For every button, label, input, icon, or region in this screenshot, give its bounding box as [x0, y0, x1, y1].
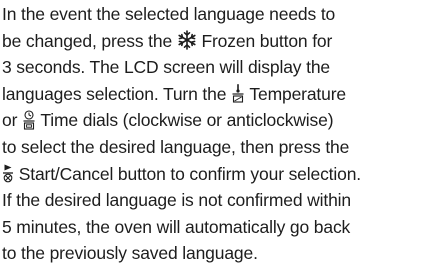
- text-line: to select the desired language, then pre…: [2, 136, 350, 157]
- text-fragment: Frozen button for: [196, 30, 333, 51]
- text-fragment: be changed, press the: [2, 30, 177, 51]
- text-line: In the event the selected language needs…: [2, 4, 336, 24]
- text-line: be changed, press the Frozen button for: [2, 28, 442, 55]
- thermometer-icon: [231, 83, 245, 103]
- start-cancel-icon: [2, 163, 14, 183]
- text-line: languages selection. Turn the Temperatur…: [2, 81, 442, 108]
- instruction-paragraph: In the event the selected language needs…: [2, 1, 442, 267]
- text-line: 5 minutes, the oven will automatically g…: [2, 216, 351, 237]
- text-line: 3 seconds. The LCD screen will display t…: [2, 57, 330, 78]
- text-line: to the previously saved language.: [2, 243, 258, 264]
- text-fragment: languages selection. Turn the: [2, 83, 231, 104]
- text-fragment: Start/Cancel button to confirm your sele…: [14, 163, 362, 184]
- text-line: Start/Cancel button to confirm your sele…: [2, 161, 442, 188]
- text-fragment: Temperature: [245, 83, 346, 104]
- text-line: or Time dials (clockwise or anticlockwis…: [2, 107, 442, 134]
- text-fragment: Time dials (clockwise or anticlockwise): [35, 110, 334, 131]
- clock-icon: [22, 110, 36, 130]
- text-line: If the desired language is not confirmed…: [2, 190, 351, 211]
- snowflake-icon: [177, 30, 197, 50]
- text-fragment: or: [2, 110, 22, 131]
